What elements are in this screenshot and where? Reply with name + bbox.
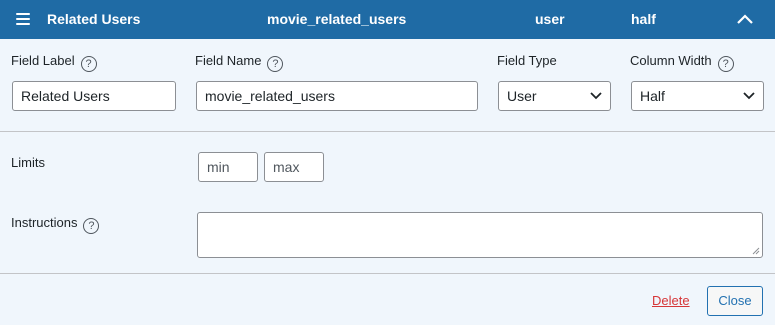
- column-width-text: Column Width: [630, 53, 712, 68]
- help-icon[interactable]: ?: [717, 56, 734, 72]
- help-icon[interactable]: ?: [83, 218, 100, 234]
- instructions-textarea[interactable]: [197, 212, 763, 258]
- header-field-name: movie_related_users: [267, 11, 407, 27]
- limits-max-input[interactable]: [264, 152, 324, 182]
- header-field-width: half: [631, 11, 656, 27]
- footer-divider: [0, 273, 775, 274]
- field-type-heading: Field Type: [497, 53, 557, 69]
- field-label-input[interactable]: [12, 81, 176, 111]
- help-icon[interactable]: ?: [267, 56, 284, 72]
- column-width-value: Half: [640, 88, 665, 104]
- instructions-label: Instructions: [11, 215, 78, 230]
- field-name-heading: Field Name?: [195, 53, 284, 72]
- field-name-input[interactable]: [196, 81, 478, 111]
- header-field-type: user: [535, 11, 565, 27]
- section-divider: [0, 131, 775, 132]
- chevron-up-icon[interactable]: [736, 12, 754, 26]
- delete-link[interactable]: Delete: [652, 293, 690, 308]
- field-name-text: Field Name: [195, 53, 262, 68]
- chevron-down-icon: [743, 92, 755, 100]
- field-label-text: Field Label: [11, 53, 75, 68]
- limits-min-input[interactable]: [198, 152, 258, 182]
- instructions-heading: Instructions?: [11, 215, 100, 234]
- resize-grip-icon[interactable]: [752, 247, 760, 255]
- close-button[interactable]: Close: [707, 286, 763, 316]
- column-width-heading: Column Width?: [630, 53, 734, 72]
- limits-label: Limits: [11, 155, 45, 170]
- column-width-select[interactable]: Half: [631, 81, 764, 111]
- hamburger-icon[interactable]: [16, 13, 30, 25]
- field-label-heading: Field Label?: [11, 53, 97, 72]
- field-type-select[interactable]: User: [498, 81, 611, 111]
- header-field-label: Related Users: [47, 11, 141, 27]
- instructions-textarea-wrap: [197, 212, 763, 258]
- field-header-bar[interactable]: Related Users movie_related_users user h…: [0, 0, 775, 39]
- help-icon[interactable]: ?: [80, 56, 97, 72]
- field-type-text: Field Type: [497, 53, 557, 68]
- field-type-value: User: [507, 88, 537, 104]
- chevron-down-icon: [590, 92, 602, 100]
